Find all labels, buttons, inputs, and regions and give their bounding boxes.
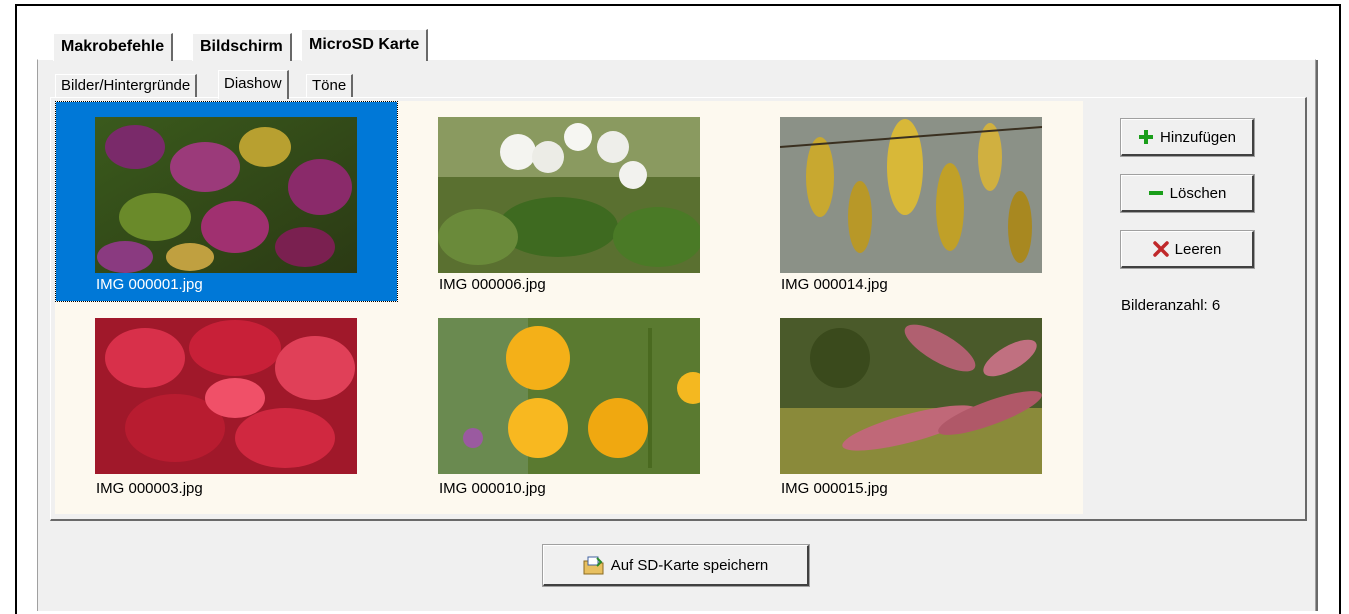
tab-label: Töne [312, 77, 347, 94]
tab-microsd-karte[interactable]: MicroSD Karte [301, 29, 429, 61]
thumbnail-image[interactable] [438, 318, 700, 474]
thumbnail-image[interactable] [780, 318, 1042, 474]
thumbnail-image[interactable] [438, 117, 700, 273]
delete-button-label: Löschen [1169, 184, 1227, 202]
plus-icon [1139, 130, 1154, 144]
delete-button[interactable]: Löschen [1120, 174, 1255, 213]
x-icon [1152, 241, 1169, 257]
minus-icon [1148, 191, 1163, 195]
tab-diashow[interactable]: Diashow [218, 70, 289, 99]
tab-label: MicroSD Karte [309, 36, 420, 53]
save-to-sd-button[interactable]: Auf SD-Karte speichern [542, 544, 810, 587]
tab-makrobefehle[interactable]: Makrobefehle [53, 33, 174, 61]
tab-label: Bildschirm [200, 38, 283, 55]
save-folder-icon [583, 556, 604, 575]
image-caption: IMG 000015.jpg [781, 480, 888, 497]
clear-button-label: Leeren [1174, 240, 1222, 258]
add-button-label: Hinzufügen [1160, 128, 1236, 146]
image-caption: IMG 000010.jpg [439, 480, 546, 497]
tab-label: Diashow [224, 75, 282, 92]
image-caption: IMG 000014.jpg [781, 276, 888, 293]
add-button[interactable]: Hinzufügen [1120, 118, 1255, 157]
thumbnail-image[interactable] [95, 318, 357, 474]
tab-bildschirm[interactable]: Bildschirm [192, 33, 292, 61]
thumbnail-image[interactable] [780, 117, 1042, 273]
tab-label: Bilder/Hintergründe [61, 77, 191, 94]
image-caption: IMG 000006.jpg [439, 276, 546, 293]
tab-toene[interactable]: Töne [306, 74, 354, 99]
thumbnail-image[interactable] [95, 117, 357, 273]
tab-label: Makrobefehle [61, 38, 165, 55]
image-caption: IMG 000001.jpg [96, 276, 203, 293]
clear-button[interactable]: Leeren [1120, 230, 1255, 269]
image-caption: IMG 000003.jpg [96, 480, 203, 497]
tab-bilder-hintergruende[interactable]: Bilder/Hintergründe [55, 74, 198, 99]
image-count-label: Bilderanzahl: 6 [1121, 297, 1221, 314]
save-button-label: Auf SD-Karte speichern [610, 556, 769, 574]
